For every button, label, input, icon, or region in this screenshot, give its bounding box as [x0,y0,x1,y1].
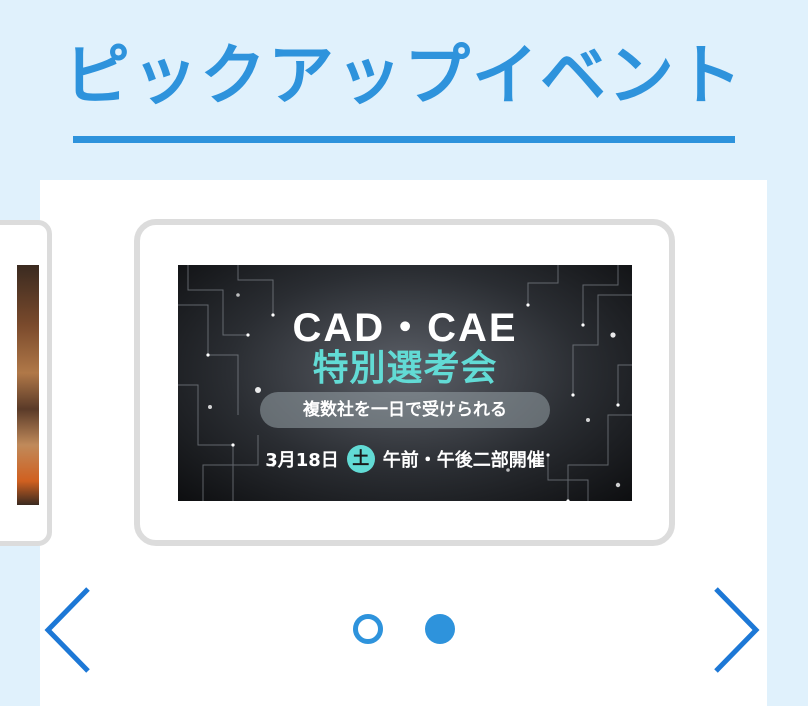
title-underline [73,136,735,143]
section-title: ピックアップイベント [64,37,744,114]
day-of-week-badge: 土 [346,445,375,473]
pagination-dot-2-active[interactable] [425,614,455,644]
banner-subtitle: 特別選考会 [312,348,498,389]
event-banner[interactable]: CAD・CAE 特別選考会 複数社を一日で受けられる 3月18日 土 午前・午後… [178,265,632,501]
previous-button[interactable] [40,585,94,675]
next-button[interactable] [710,585,764,675]
pagination-dot-1[interactable] [353,614,383,644]
banner-date-row: 3月18日 土 午前・午後二部開催 [178,445,632,473]
banner-tagline: 複数社を一日で受けられる [260,392,550,428]
previous-slide-card[interactable] [0,220,52,546]
chevron-right-icon [714,587,760,673]
event-date: 3月18日 [265,450,339,471]
chevron-left-icon [44,587,90,673]
previous-slide-image [17,265,39,505]
session-info: 午前・午後二部開催 [382,450,545,471]
